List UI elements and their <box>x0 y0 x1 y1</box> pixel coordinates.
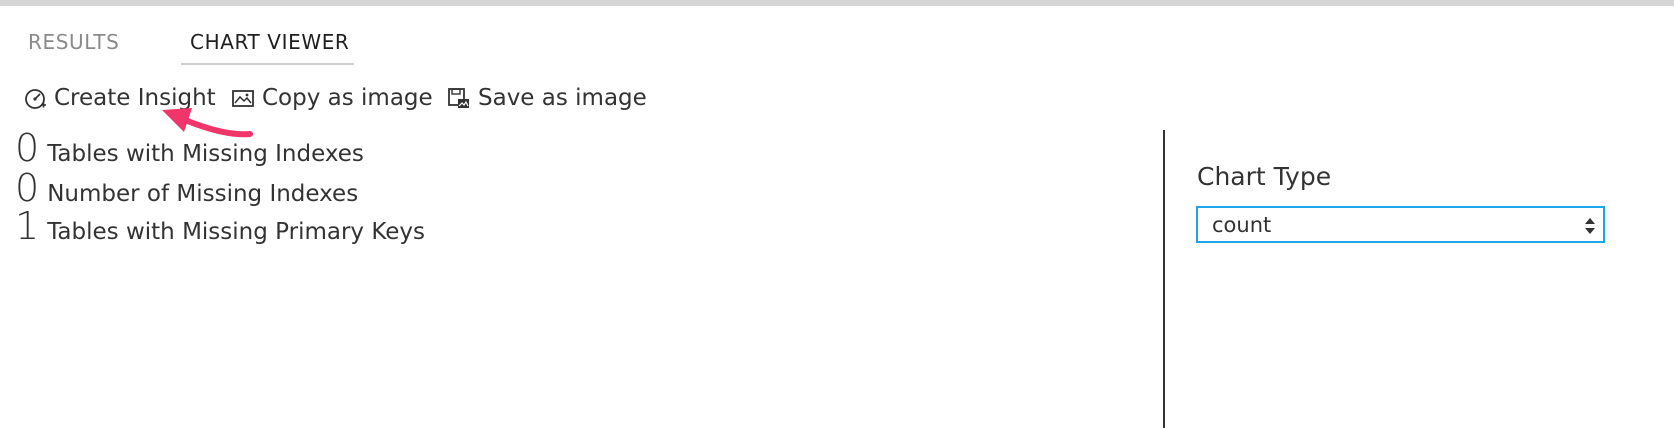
count-label: Tables with Missing Indexes <box>47 141 364 167</box>
select-arrows-icon <box>1585 218 1595 234</box>
chart-type-label: Chart Type <box>1197 162 1332 191</box>
count-label: Tables with Missing Primary Keys <box>47 219 426 245</box>
chart-type-selected-value: count <box>1212 212 1272 237</box>
copy-as-image-label: Copy as image <box>262 85 433 111</box>
tab-results[interactable]: RESULTS <box>28 20 119 64</box>
top-border <box>0 0 1674 6</box>
save-as-image-label: Save as image <box>478 85 647 111</box>
count-item: 1 Tables with Missing Primary Keys <box>15 204 425 248</box>
count-value: 1 <box>15 204 40 248</box>
active-tab-underline <box>181 63 354 65</box>
dashboard-gauge-icon <box>22 85 48 111</box>
panel-divider[interactable] <box>1163 130 1165 428</box>
count-value: 0 <box>15 126 40 170</box>
chart-type-select[interactable]: count <box>1196 206 1605 243</box>
save-image-icon <box>446 85 472 111</box>
tab-chart-viewer[interactable]: CHART VIEWER <box>190 20 349 64</box>
count-item: 0 Tables with Missing Indexes <box>15 126 364 170</box>
copy-as-image-button[interactable]: Copy as image <box>230 80 433 116</box>
save-as-image-button[interactable]: Save as image <box>446 80 647 116</box>
